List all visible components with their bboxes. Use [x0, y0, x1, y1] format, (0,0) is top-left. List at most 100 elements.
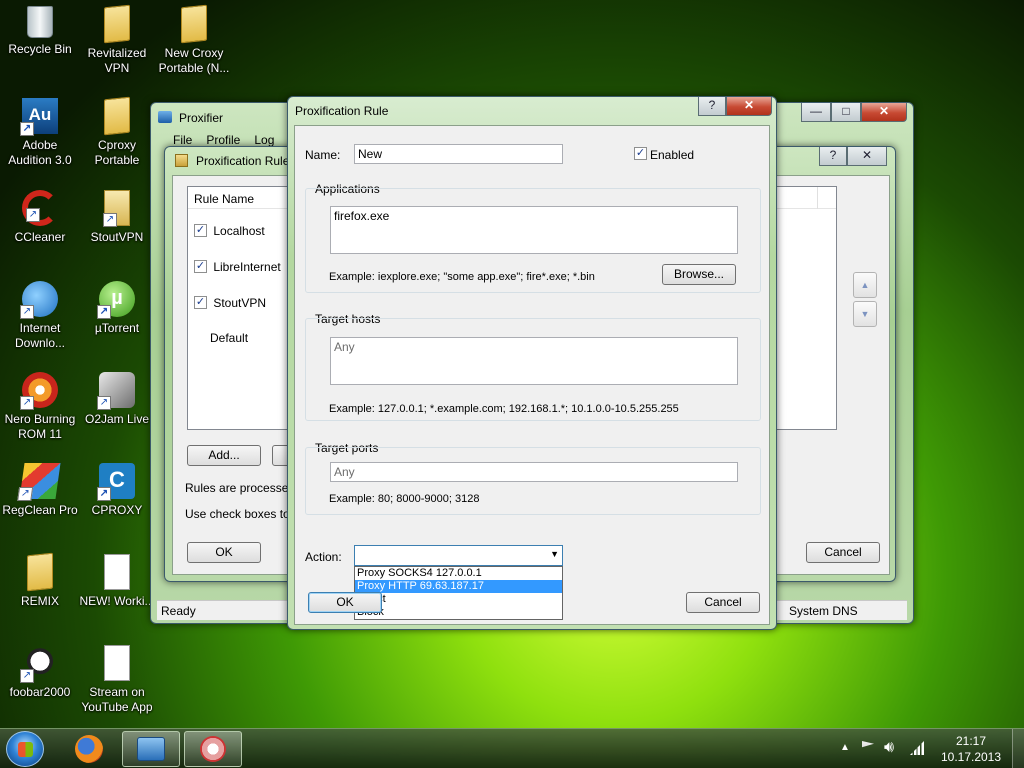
desktop-icon-internet-download-manager[interactable]: Internet Downlo...: [0, 281, 80, 351]
desktop-icon-nero[interactable]: Nero Burning ROM 11: [0, 372, 80, 442]
desktop-icon-foobar2000[interactable]: foobar2000: [0, 645, 80, 700]
applications-example: Example: iexplore.exe; "some app.exe"; f…: [329, 271, 595, 283]
action-select[interactable]: ▼: [354, 545, 563, 566]
internet-download-manager-icon: [20, 281, 58, 319]
taskbar: ▲ 🔊︎ 21:17 10.17.2013: [0, 728, 1024, 768]
taskbar-firefox[interactable]: [60, 731, 118, 767]
desktop-icon-adobe-audition[interactable]: Au Adobe Audition 3.0: [0, 98, 80, 168]
firefox-icon: [75, 735, 103, 763]
target-ports-field[interactable]: Any: [330, 462, 738, 482]
rules-cancel-button[interactable]: Cancel: [806, 542, 880, 563]
table-row[interactable]: Default: [210, 331, 248, 345]
status-dns: System DNS: [789, 604, 858, 618]
nero-icon: [20, 372, 58, 410]
enabled-checkbox[interactable]: ✓: [634, 147, 647, 160]
rule-dialog-caption-buttons: ? ✕: [698, 97, 772, 116]
taskbar-network-tool[interactable]: [184, 731, 242, 767]
rules-dialog-caption-buttons: ? ✕: [819, 147, 887, 166]
rule-name: Localhost: [213, 223, 265, 238]
desktop-icon-utorrent[interactable]: µ µTorrent: [77, 281, 157, 336]
rules-close-button[interactable]: ✕: [847, 147, 887, 166]
clock-date: 10.17.2013: [940, 750, 1002, 764]
target-hosts-field[interactable]: Any: [330, 337, 738, 385]
utorrent-icon: µ: [97, 281, 135, 319]
desktop-icon-new-croxy[interactable]: New Croxy Portable (N...: [154, 4, 234, 76]
rules-dialog-title: Proxification Rules: [196, 154, 296, 168]
action-option[interactable]: Direct: [355, 593, 562, 606]
rule-help-button[interactable]: ?: [698, 97, 726, 116]
status-ready: Ready: [161, 604, 196, 618]
applications-field[interactable]: firefox.exe: [330, 206, 738, 254]
desktop-icon-revitalized-vpn[interactable]: Revitalized VPN: [77, 4, 157, 76]
show-desktop-button[interactable]: [1012, 729, 1024, 768]
table-row[interactable]: ✓ Localhost: [194, 223, 265, 238]
close-button[interactable]: ✕: [861, 103, 907, 122]
action-option[interactable]: Block: [355, 606, 562, 619]
recycle-bin-icon: [27, 6, 53, 38]
add-rule-button[interactable]: Add...: [187, 445, 261, 466]
action-dropdown-list: Proxy SOCKS4 127.0.0.1 Proxy HTTP 69.63.…: [354, 566, 563, 620]
help-button[interactable]: ?: [819, 147, 847, 166]
folder-icon: [27, 552, 53, 592]
action-option[interactable]: Proxy SOCKS4 127.0.0.1: [355, 567, 562, 580]
desktop-icon-recycle-bin[interactable]: Recycle Bin: [0, 6, 80, 57]
browse-button[interactable]: Browse...: [662, 264, 736, 285]
table-row[interactable]: ✓ LibreInternet: [194, 259, 281, 274]
foobar-icon: [20, 645, 58, 683]
target-ports-example: Example: 80; 8000-9000; 3128: [329, 493, 480, 505]
desktop-icon-remix[interactable]: REMIX: [0, 552, 80, 609]
desktop-icon-stoutvpn[interactable]: StoutVPN: [77, 190, 157, 245]
network-tool-icon: [200, 736, 226, 762]
chevron-down-icon[interactable]: ▼: [550, 549, 559, 559]
enabled-label: Enabled: [650, 148, 695, 162]
column-rule-name[interactable]: Rule Name: [194, 192, 254, 206]
rule-ok-button[interactable]: OK: [308, 592, 382, 613]
minimize-button[interactable]: —: [801, 103, 831, 122]
folder-icon: [104, 96, 130, 136]
proxifier-app-icon: [158, 111, 172, 123]
desktop-icon-o2jam[interactable]: O2Jam Live: [77, 372, 157, 427]
move-down-button[interactable]: ▼: [853, 301, 877, 327]
name-label: Name:: [305, 148, 341, 162]
rule-cancel-button[interactable]: Cancel: [686, 592, 760, 613]
desktop-icon-cproxy[interactable]: C CPROXY: [77, 463, 157, 518]
rules-note-checkboxes: Use check boxes to e: [185, 507, 300, 521]
rule-enabled-checkbox[interactable]: ✓: [194, 224, 207, 238]
name-field[interactable]: New: [354, 144, 563, 164]
desktop-icon-cproxy-portable[interactable]: Cproxy Portable: [77, 96, 157, 168]
action-option-highlighted[interactable]: Proxy HTTP 69.63.187.17: [355, 580, 562, 593]
folder-icon: [104, 4, 130, 44]
show-hidden-icons-icon[interactable]: ▲: [840, 742, 850, 753]
network-signal-icon[interactable]: [910, 741, 924, 755]
rule-close-button[interactable]: ✕: [726, 97, 772, 116]
ccleaner-icon: [22, 190, 58, 226]
desktop-icon-ccleaner[interactable]: CCleaner: [0, 190, 80, 245]
move-up-button[interactable]: ▲: [853, 272, 877, 298]
taskbar-proxifier[interactable]: [122, 731, 180, 767]
rule-name: StoutVPN: [213, 295, 267, 310]
system-tray: ▲ 🔊︎: [836, 729, 940, 768]
windows-start-orb-icon[interactable]: [6, 731, 44, 767]
rule-enabled-checkbox[interactable]: ✓: [194, 260, 207, 274]
action-label: Action:: [305, 550, 342, 564]
rules-dialog-icon: [175, 154, 188, 167]
desktop-icon-regclean[interactable]: RegClean Pro: [0, 463, 80, 518]
table-row[interactable]: ✓ StoutVPN: [194, 295, 266, 310]
proxifier-caption-buttons: — □ ✕: [801, 103, 907, 122]
target-hosts-example: Example: 127.0.0.1; *.example.com; 192.1…: [329, 403, 679, 415]
rules-ok-button[interactable]: OK: [187, 542, 261, 563]
o2jam-icon: [97, 372, 135, 410]
stoutvpn-icon: [103, 190, 130, 227]
desktop-icon-stream-youtube[interactable]: Stream on YouTube App: [77, 645, 157, 715]
rule-enabled-checkbox[interactable]: ✓: [194, 296, 207, 310]
proxifier-title: Proxifier: [179, 111, 224, 125]
desktop-icon-new-working[interactable]: NEW! Worki...: [77, 554, 157, 609]
flag-icon[interactable]: [862, 741, 874, 748]
rule-name: LibreInternet: [213, 259, 281, 274]
text-file-icon: [104, 645, 130, 681]
rule-dialog-client: Name: New ✓ Enabled Applications firefox…: [294, 125, 770, 625]
maximize-button[interactable]: □: [831, 103, 861, 122]
volume-icon[interactable]: 🔊︎: [884, 739, 894, 757]
regclean-icon: [19, 463, 61, 499]
clock[interactable]: 21:17 10.17.2013: [940, 733, 1002, 765]
